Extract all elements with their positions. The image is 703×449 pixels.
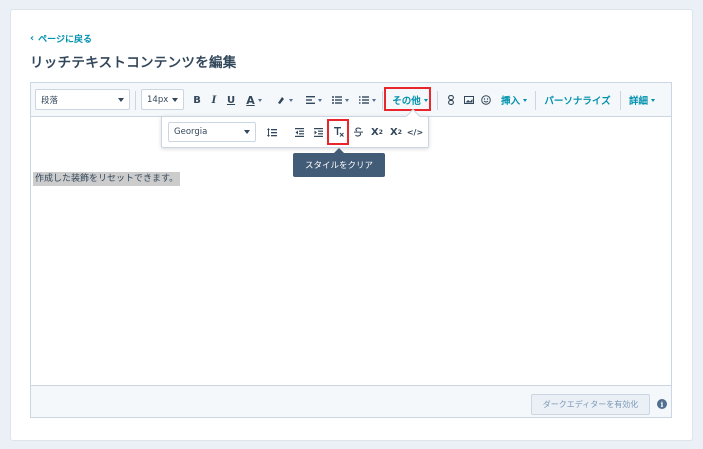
text-color-icon: A [246, 93, 255, 107]
numbered-list-button[interactable] [356, 83, 378, 117]
chevron-down-icon [288, 98, 293, 102]
chevron-down-icon [523, 98, 527, 102]
info-icon[interactable]: i [657, 399, 667, 409]
back-to-page-link[interactable]: ‹ ページに戻る [30, 32, 92, 45]
insert-menu-label: 挿入 [500, 96, 520, 107]
insert-menu-button[interactable]: 挿入 [498, 83, 530, 117]
chevron-down-icon [651, 98, 655, 102]
numbered-list-icon [358, 96, 369, 104]
toolbar-divider [135, 91, 136, 110]
text-color-button[interactable]: A [242, 83, 266, 117]
align-button[interactable] [304, 83, 324, 117]
italic-button[interactable]: I [208, 83, 220, 117]
emoji-button[interactable] [479, 83, 493, 117]
line-height-button[interactable] [260, 117, 284, 147]
chevron-down-icon [371, 98, 376, 102]
emoji-icon [481, 95, 491, 105]
outdent-button[interactable] [292, 117, 306, 147]
enable-dark-editor-button[interactable]: ダークエディターを有効化 [531, 394, 650, 415]
chevron-left-icon: ‹ [30, 33, 35, 44]
toolbar-divider [620, 91, 621, 110]
superscript-icon: X [371, 126, 379, 138]
align-left-icon [306, 96, 315, 104]
font-size-select[interactable]: 14px [141, 89, 184, 110]
tooltip-text: スタイルをクリア [304, 161, 373, 171]
font-family-value: Georgia [174, 127, 208, 137]
outdent-icon [294, 127, 304, 137]
clear-formatting-tooltip: スタイルをクリア [293, 148, 385, 177]
bold-button[interactable]: B [191, 83, 203, 117]
editor-toolbar: 段落 14px B I U A その他 挿入 パーソナライズ 詳細 [31, 83, 671, 117]
image-button[interactable] [462, 83, 476, 117]
page-title: リッチテキストコンテンツを編集 [30, 55, 237, 71]
subscript-button[interactable]: X2 [388, 117, 404, 147]
more-menu-highlight [384, 87, 431, 111]
chevron-down-icon [172, 98, 178, 102]
code-button[interactable]: </> [406, 117, 424, 147]
tooltip-arrow [334, 148, 344, 153]
personalize-button[interactable]: パーソナライズ [541, 83, 614, 117]
font-family-select[interactable]: Georgia [168, 122, 256, 142]
strikethrough-button[interactable] [351, 117, 365, 147]
underline-button[interactable]: U [225, 83, 237, 117]
chevron-down-icon [344, 98, 349, 102]
advanced-menu-button[interactable]: 詳細 [625, 83, 659, 117]
advanced-menu-label: 詳細 [628, 96, 648, 107]
strikethrough-icon [353, 127, 363, 137]
highlighter-icon [277, 97, 284, 104]
chevron-down-icon [318, 98, 322, 102]
bullet-list-icon [331, 96, 342, 104]
indent-icon [313, 127, 323, 137]
bullet-list-button[interactable] [329, 83, 351, 117]
chevron-down-icon [244, 130, 250, 134]
superscript-button[interactable]: X2 [369, 117, 385, 147]
back-link-label: ページに戻る [38, 35, 92, 45]
toolbar-divider [437, 91, 438, 110]
paragraph-format-value: 段落 [41, 95, 59, 106]
subscript-icon: X [390, 126, 398, 138]
paragraph-format-select[interactable]: 段落 [35, 89, 130, 110]
image-icon [464, 96, 474, 104]
highlight-color-button[interactable] [273, 83, 295, 117]
toolbar-divider [535, 91, 536, 110]
line-height-icon [267, 127, 277, 137]
chevron-down-icon [118, 98, 124, 102]
link-icon [448, 95, 454, 105]
editor-content-text[interactable]: 作成した装飾をリセットできます。 [33, 172, 181, 186]
more-options-popover: Georgia X2 X2 </> [161, 108, 429, 148]
chevron-down-icon [257, 98, 262, 102]
clear-formatting-highlight [327, 119, 349, 145]
toolbar-divider [382, 91, 383, 110]
indent-button[interactable] [311, 117, 325, 147]
font-size-value: 14px [147, 94, 169, 105]
link-button[interactable] [444, 83, 458, 117]
